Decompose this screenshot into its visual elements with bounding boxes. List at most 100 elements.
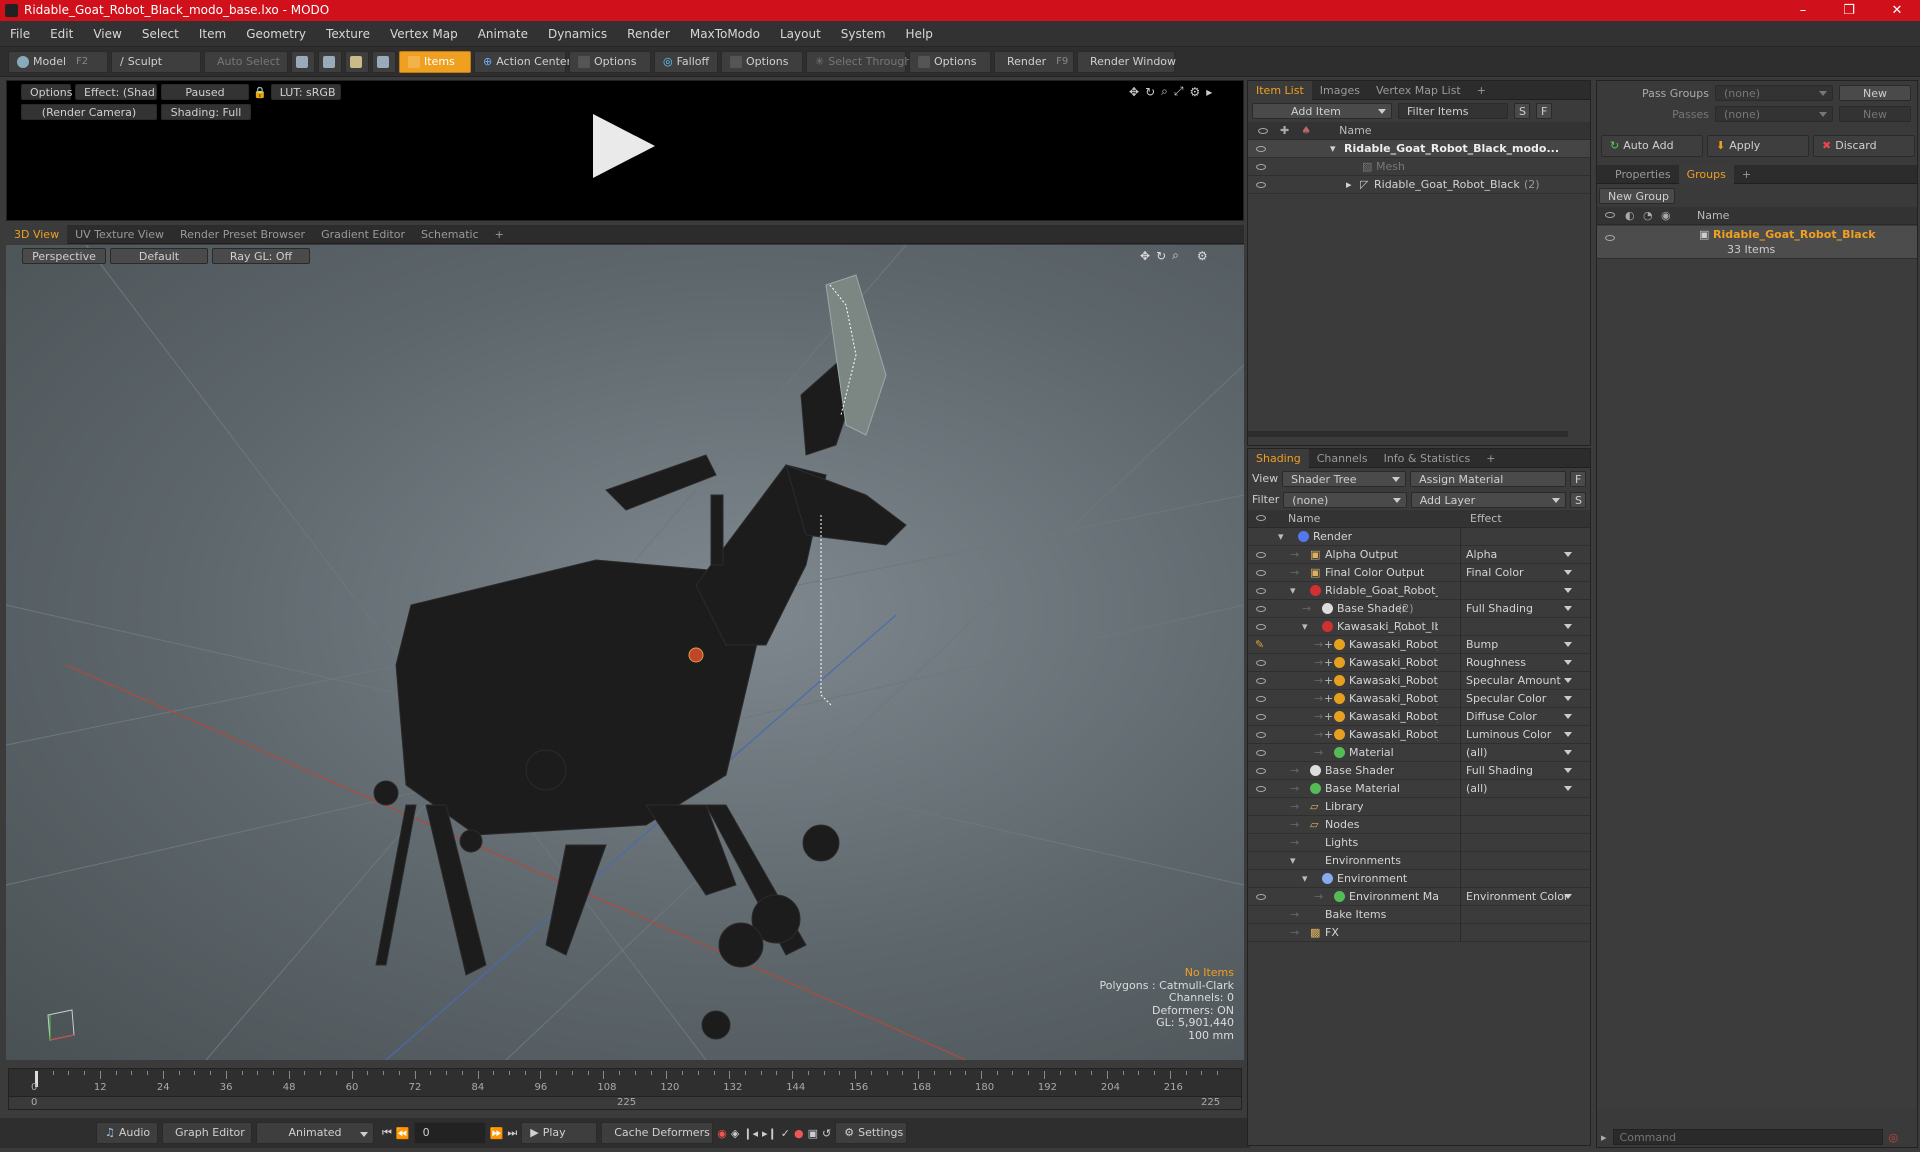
select-through-button[interactable]: ✳ Select Through bbox=[806, 50, 911, 73]
skip-end-icon[interactable]: ⏭ bbox=[507, 1126, 517, 1140]
tab-item-list[interactable]: Item List bbox=[1248, 80, 1312, 100]
search-s-button[interactable]: S bbox=[1514, 103, 1530, 119]
shader-tree-row[interactable]: →+ Kawasaki_Robot_Ibe ... Luminous Color bbox=[1248, 726, 1590, 744]
tree-row-group[interactable]: ▸ ◸ Ridable_Goat_Robot_Black (2) bbox=[1248, 176, 1590, 194]
shader-item-effect[interactable]: (all) bbox=[1466, 744, 1574, 762]
menu-vertex-map[interactable]: Vertex Map bbox=[380, 21, 468, 47]
add-tab-button[interactable]: + bbox=[1734, 165, 1759, 184]
chevron-down-icon[interactable] bbox=[1564, 624, 1572, 629]
chevron-down-icon[interactable] bbox=[1564, 678, 1572, 683]
record-icon[interactable]: ● bbox=[794, 1127, 804, 1140]
menu-select[interactable]: Select bbox=[132, 21, 189, 47]
gear-icon[interactable]: ⚙ bbox=[1197, 249, 1208, 263]
expand-arrow-icon[interactable]: ▾ bbox=[1302, 870, 1308, 888]
menu-system[interactable]: System bbox=[831, 21, 896, 47]
raygl-dropdown[interactable]: Ray GL: Off bbox=[212, 248, 310, 264]
visibility-eye-icon[interactable] bbox=[1256, 786, 1266, 792]
settings-button[interactable]: ⚙ Settings bbox=[835, 1122, 908, 1144]
chevron-down-icon[interactable] bbox=[1564, 732, 1572, 737]
visibility-eye-icon[interactable] bbox=[1256, 182, 1266, 188]
visibility-eye-icon[interactable] bbox=[1256, 732, 1266, 738]
menu-geometry[interactable]: Geometry bbox=[236, 21, 316, 47]
add-layer-dropdown[interactable]: Add Layer bbox=[1410, 491, 1566, 508]
menu-texture[interactable]: Texture bbox=[316, 21, 380, 47]
animated-dropdown[interactable]: Animated bbox=[256, 1122, 374, 1144]
group-row[interactable]: ▣ Ridable_Goat_Robot_Black 33 Items bbox=[1597, 226, 1917, 258]
shading-s-button[interactable]: S bbox=[1570, 491, 1586, 508]
vertices-mode-button[interactable] bbox=[291, 50, 315, 73]
shader-tree-row[interactable]: → Material (all) bbox=[1248, 744, 1590, 762]
plus-icon[interactable]: + bbox=[1324, 726, 1333, 744]
maximize-button[interactable]: ❐ bbox=[1826, 0, 1872, 21]
minimize-button[interactable]: – bbox=[1780, 0, 1826, 21]
shader-item-effect[interactable]: Bump bbox=[1466, 636, 1574, 654]
chevron-down-icon[interactable] bbox=[1564, 714, 1572, 719]
action-center-options-button[interactable]: Options bbox=[569, 50, 651, 73]
auto-select-button[interactable]: Auto Select bbox=[204, 50, 288, 73]
filter-items-field[interactable]: Filter Items bbox=[1398, 103, 1508, 119]
shading-dropdown[interactable]: Shading: Full bbox=[161, 104, 251, 120]
shader-tree-row[interactable]: → Base Shader Full Shading bbox=[1248, 762, 1590, 780]
shader-tree-row[interactable]: →+ Kawasaki_Robot_Ibe ... Roughness bbox=[1248, 654, 1590, 672]
loop-icon[interactable]: ↺ bbox=[822, 1127, 831, 1140]
command-input[interactable] bbox=[1612, 1129, 1883, 1145]
menu-file[interactable]: File bbox=[0, 21, 40, 47]
pan-icon[interactable]: ✥ bbox=[1129, 85, 1139, 99]
shader-tree-row[interactable]: → Lights bbox=[1248, 834, 1590, 852]
menu-dynamics[interactable]: Dynamics bbox=[538, 21, 617, 47]
shader-tree-row[interactable]: → ▣ Final Color Output Final Color bbox=[1248, 564, 1590, 582]
step-back-icon[interactable]: ⏪ bbox=[396, 1127, 410, 1140]
shader-item-effect[interactable]: Specular Color bbox=[1466, 690, 1574, 708]
chevron-down-icon[interactable] bbox=[1564, 588, 1572, 593]
expand-arrow-icon[interactable]: ▸ bbox=[1346, 176, 1352, 194]
timeline-range-bar[interactable]: 0 225 225 bbox=[9, 1096, 1241, 1109]
auto-add-button[interactable]: ↻ Auto Add bbox=[1601, 135, 1703, 157]
skip-start-icon[interactable]: ⏮ bbox=[382, 1126, 392, 1140]
chevron-down-icon[interactable] bbox=[1564, 894, 1572, 899]
shader-item-effect[interactable]: Alpha bbox=[1466, 546, 1574, 564]
tab-vertex-map-list[interactable]: Vertex Map List bbox=[1368, 81, 1469, 100]
visibility-eye-icon[interactable] bbox=[1256, 768, 1266, 774]
visibility-eye-icon[interactable] bbox=[1256, 678, 1266, 684]
shader-tree-row[interactable]: → Bake Items bbox=[1248, 906, 1590, 924]
visibility-eye-icon[interactable] bbox=[1256, 146, 1266, 152]
action-center-button[interactable]: ⊕ Action Center bbox=[474, 50, 571, 73]
plus-icon[interactable]: + bbox=[1324, 672, 1333, 690]
auto-key-icon[interactable]: ▣ bbox=[808, 1127, 818, 1140]
shader-tree-row[interactable]: → Base Shader (2) Full Shading bbox=[1248, 600, 1590, 618]
expand-arrow-icon[interactable]: ▾ bbox=[1290, 852, 1296, 870]
assign-material-button[interactable]: Assign Material bbox=[1410, 470, 1566, 487]
pass-groups-dropdown[interactable]: (none) bbox=[1715, 85, 1833, 101]
shader-tree-row[interactable]: → Environment Material Environment Color bbox=[1248, 888, 1590, 906]
view-dropdown[interactable]: Shader Tree bbox=[1282, 470, 1407, 487]
add-tab-button[interactable]: + bbox=[1469, 81, 1494, 100]
shader-item-effect[interactable]: Environment Color bbox=[1466, 888, 1574, 906]
preview-paused-button[interactable]: Paused bbox=[161, 84, 249, 100]
tab-3d-view[interactable]: 3D View bbox=[6, 224, 68, 244]
graph-editor-button[interactable]: Graph Editor bbox=[162, 1122, 252, 1144]
rotate-icon[interactable]: ↻ bbox=[1145, 85, 1155, 99]
passes-dropdown[interactable]: (none) bbox=[1715, 106, 1833, 122]
shader-item-effect[interactable]: Diffuse Color bbox=[1466, 708, 1574, 726]
sculpt-mode-button[interactable]: ∕ Sculpt bbox=[111, 50, 201, 73]
apply-button[interactable]: ⬇ Apply bbox=[1707, 135, 1809, 157]
goat-robot-model[interactable] bbox=[373, 354, 907, 1040]
horizontal-scrollbar[interactable] bbox=[1248, 431, 1568, 437]
materials-mode-button[interactable] bbox=[372, 50, 396, 73]
zoom-icon[interactable]: ⌕ bbox=[1172, 248, 1179, 263]
add-tab-button[interactable]: + bbox=[487, 225, 512, 244]
render-window-button[interactable]: Render Window bbox=[1077, 50, 1176, 73]
plus-icon[interactable]: + bbox=[1324, 708, 1333, 726]
arrow-right-icon[interactable]: ▸ bbox=[1206, 85, 1212, 99]
tab-schematic[interactable]: Schematic bbox=[413, 225, 487, 244]
new-pass-button[interactable]: New bbox=[1839, 106, 1911, 122]
visibility-eye-icon[interactable] bbox=[1256, 894, 1266, 900]
keyframe-icon[interactable]: ◈ bbox=[731, 1127, 739, 1140]
lock-icon[interactable]: 🔒 bbox=[253, 86, 267, 99]
menu-help[interactable]: Help bbox=[896, 21, 943, 47]
visibility-eye-icon[interactable] bbox=[1256, 750, 1266, 756]
visibility-eye-icon[interactable] bbox=[1256, 164, 1266, 170]
3d-viewport[interactable]: Perspective Default Ray GL: Off ✥ ↻ ⌕ ⚙ … bbox=[6, 245, 1244, 1060]
render-button[interactable]: Render F9 bbox=[994, 50, 1074, 73]
rotate-icon[interactable]: ↻ bbox=[1156, 249, 1166, 263]
